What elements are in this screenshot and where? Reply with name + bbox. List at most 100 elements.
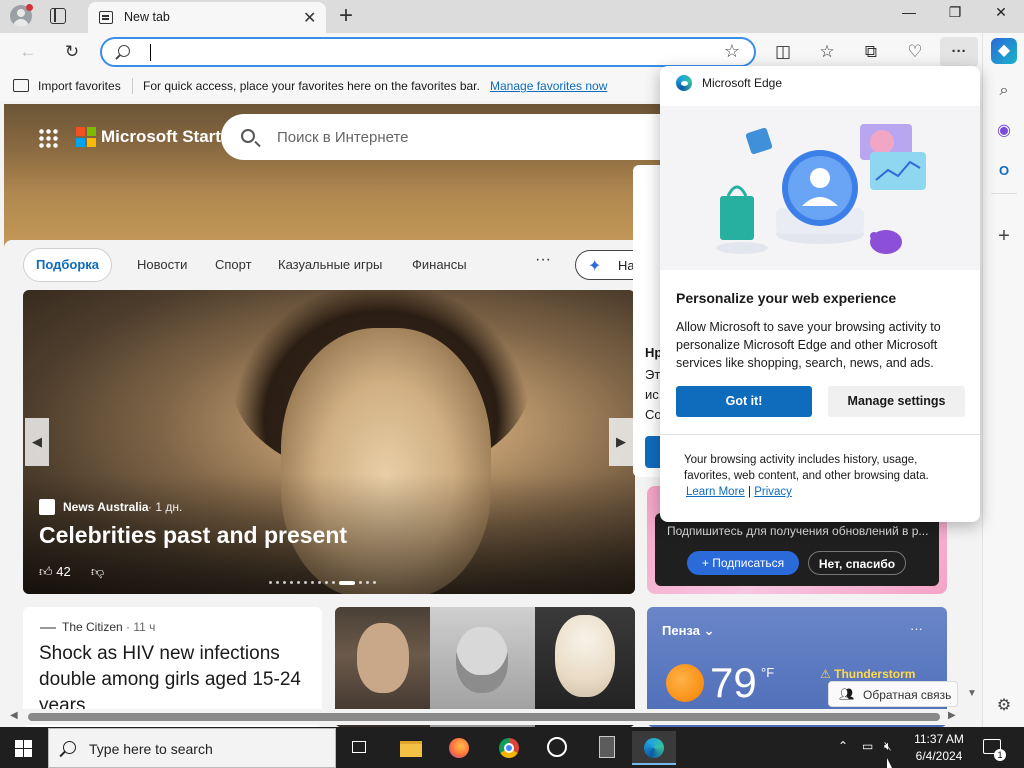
file-explorer-icon[interactable] [389,731,433,765]
network-icon[interactable]: ▭ [862,739,873,753]
scroll-down-arrow[interactable]: ▼ [967,688,977,699]
feedback-button[interactable]: 👥︎ Обратная связь [828,681,958,707]
dislike-icon[interactable]: 👎︎ [91,564,104,580]
copilot-icon[interactable]: ◆ [991,38,1017,64]
carousel-indicators[interactable] [269,574,380,585]
volume-muted-icon[interactable]: 🔇︎ [884,739,892,754]
newtab-page-icon [99,11,113,24]
settings-more-button[interactable]: ··· [940,37,978,67]
search-icon [241,129,255,143]
manage-settings-button[interactable]: Manage settings [828,386,965,417]
learn-more-link[interactable]: Learn More [686,486,745,498]
scroll-right-arrow[interactable]: ▶ [948,710,956,721]
personalization-illustration [716,124,926,254]
weather-more-button[interactable]: ··· [910,621,923,636]
search-icon [63,741,76,754]
firefox-icon[interactable] [437,731,481,765]
microsoft-logo-icon [76,127,96,147]
subscribe-button[interactable]: + Подписаться [687,551,799,575]
add-icon[interactable]: + [991,223,1017,249]
app-launcher-icon[interactable] [38,128,58,148]
tab-close-icon[interactable]: ✕ [303,8,316,28]
like-count: 42 [56,564,71,579]
refresh-button[interactable]: ↻ [61,41,83,63]
address-bar[interactable]: ☆ [100,37,756,67]
windows-start-icon[interactable] [15,740,32,757]
split-screen-button[interactable]: ◫ [772,41,794,63]
gear-icon[interactable]: ⚙ [991,693,1017,719]
thumbs-up-icon: 👍︎ [39,564,53,579]
carousel-next-button[interactable]: ▶ [609,418,633,466]
weather-city[interactable]: Пенза ⌄ [662,623,714,639]
chevron-up-icon[interactable]: ⌃ [838,739,848,753]
edge-sidebar: ◆ ⌕ ◉ O + ⚙ [982,33,1024,727]
collections-button[interactable]: ⧉ [860,41,882,63]
scrollbar-thumb[interactable] [28,713,940,721]
chrome-icon[interactable] [487,731,531,765]
web-search-box[interactable]: Поиск в Интернете [221,114,691,160]
tab-sports[interactable]: Спорт [215,257,252,272]
feedback-icon: 👥︎ [839,687,855,701]
popup-body: Allow Microsoft to save your browsing ac… [676,320,941,370]
sparkle-icon: ✦ [588,258,602,275]
taskbar-search-box[interactable]: Type here to search [48,728,336,768]
web-search-placeholder: Поиск в Интернете [277,129,409,146]
popup-header: Microsoft Edge [702,76,783,90]
side-card [633,165,663,477]
hero-source: News Australia [63,500,149,514]
carousel-prev-button[interactable]: ◀ [25,418,49,466]
hero-time: · 1 дн. [148,500,183,514]
back-button[interactable]: ← [17,41,39,63]
search-icon [118,45,130,57]
personalize-popup: Microsoft Edge Personalize your web expe… [660,66,980,522]
source-logo-icon [40,626,56,629]
popup-links: Learn More | Privacy [686,486,792,498]
calculator-icon[interactable] [585,731,629,765]
favorite-star-icon[interactable]: ☆ [724,41,740,62]
tab-title: New tab [124,10,170,24]
restore-button[interactable]: ❐ [932,4,978,28]
hero-card[interactable]: ◀ ▶ News Australia · 1 дн. Celebrities p… [23,290,635,594]
manage-favorites-link[interactable]: Manage favorites now [490,79,607,93]
office-icon[interactable]: ◉ [991,118,1017,144]
favorites-button[interactable]: ☆ [816,41,838,63]
import-icon [13,79,29,92]
new-tab-button[interactable]: + [339,2,353,30]
tab-casual-games[interactable]: Казуальные игры [278,257,382,272]
warning-icon: ⚠ [820,667,831,681]
taskbar-clock[interactable]: 11:37 AM 6/4/2024 [904,731,974,765]
import-favorites-button[interactable]: Import favorites [38,79,121,93]
nav-more-button[interactable]: ··· [535,251,551,269]
no-thanks-button[interactable]: Нет, спасибо [808,551,906,575]
tab-actions-icon[interactable] [50,8,66,24]
news-title[interactable]: Shock as HIV new infections double among… [39,641,314,719]
weather-condition: ⚠ Thunderstorm [820,667,916,681]
text-caret [150,44,151,61]
got-it-button[interactable]: Got it! [676,386,812,417]
brand-title[interactable]: Microsoft Start [101,127,221,147]
hero-title[interactable]: Celebrities past and present [39,522,347,549]
browser-essentials-button[interactable]: ♡ [904,41,926,63]
clock-time: 11:37 AM [914,732,964,746]
search-icon[interactable]: ⌕ [991,78,1017,104]
tab-new-tab[interactable]: New tab ✕ [88,2,326,33]
tab-finance[interactable]: Финансы [412,257,467,272]
horizontal-scrollbar[interactable]: ◀ ▶ [0,709,982,725]
minimize-button[interactable]: — [886,4,932,28]
edge-logo-icon [676,75,692,91]
feedback-label: Обратная связь [863,688,952,702]
scroll-left-arrow[interactable]: ◀ [10,710,18,721]
like-button[interactable]: 👍︎ 42 [39,564,71,580]
profile-status-dot [26,4,33,11]
outlook-icon[interactable]: O [991,158,1017,184]
tab-news[interactable]: Новости [137,257,187,272]
favorites-hint: For quick access, place your favorites h… [143,79,480,93]
close-window-button[interactable]: ✕ [978,4,1024,28]
privacy-link[interactable]: Privacy [754,486,792,498]
popup-title: Personalize your web experience [676,290,897,306]
clock-app-icon[interactable] [535,731,579,765]
task-view-icon[interactable] [338,731,382,765]
source-logo-icon [39,499,55,515]
tab-featured[interactable]: Подборка [23,248,113,282]
edge-taskbar-icon[interactable] [632,731,676,765]
